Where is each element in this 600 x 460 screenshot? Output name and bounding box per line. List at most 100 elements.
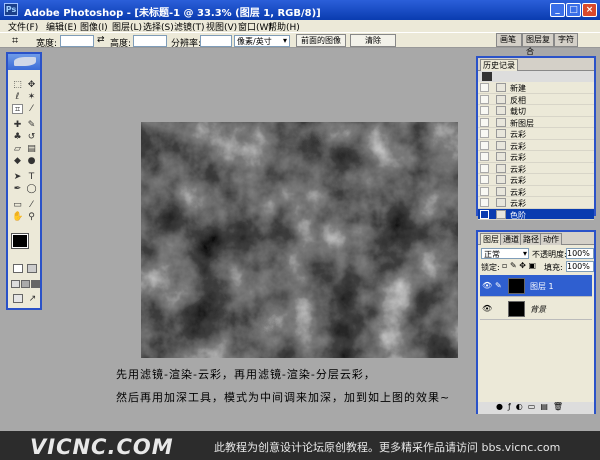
unit-select[interactable]: 像素/英寸 ▾ — [234, 35, 290, 47]
resolution-label: 分辨率: — [171, 39, 202, 49]
brush-icon[interactable]: ✎ — [26, 120, 37, 130]
history-step-icon — [496, 198, 506, 207]
magic-wand-icon[interactable]: ✶ — [26, 92, 37, 102]
tab-channels[interactable]: 通道 — [500, 233, 522, 245]
history-step-icon — [496, 186, 506, 196]
height-field[interactable] — [133, 35, 167, 47]
swap-icon[interactable]: ⇄ — [97, 35, 105, 45]
window-title: Adobe Photoshop - [未标题-1 @ 33.3% (图层 1, … — [24, 8, 321, 19]
blend-mode-select[interactable]: 正常 ▾ — [481, 248, 529, 259]
tab-layer-comps[interactable]: 图层复合 — [522, 33, 554, 56]
minimize-button[interactable]: _ — [550, 3, 565, 17]
document-canvas[interactable] — [141, 122, 458, 358]
history-item[interactable]: 云彩 — [478, 163, 594, 174]
image-ready-icon[interactable] — [13, 294, 23, 303]
footer-text: 此教程为创意设计论坛原创教程。更多精采作品请访问 bbs.vicnc.com — [214, 441, 561, 454]
history-item[interactable]: 云彩 — [478, 197, 594, 209]
eye-icon[interactable]: 👁 — [482, 281, 492, 291]
tab-brushes[interactable]: 画笔 — [496, 33, 522, 47]
crop-tool-icon[interactable]: ⌗ — [12, 34, 18, 48]
quick-mask-icon[interactable] — [27, 264, 37, 273]
opacity-field[interactable]: 100% — [566, 248, 594, 259]
caption-line-2: 然后再用加深工具，模式为中间调来加深，加到如上图的效果~ — [116, 391, 451, 404]
resolution-field[interactable] — [200, 35, 232, 47]
screen-mode-standard-icon[interactable] — [11, 280, 20, 288]
slice-icon[interactable]: ⁄ — [26, 104, 37, 114]
history-brush-icon[interactable]: ↺ — [26, 132, 37, 142]
burn-icon[interactable]: ● — [26, 156, 37, 166]
move-icon[interactable]: ✥ — [26, 80, 37, 90]
history-snapshot-row[interactable] — [478, 71, 594, 82]
history-item-selected[interactable]: 色阶 — [478, 208, 594, 220]
eye-icon[interactable]: 👁 — [482, 304, 492, 314]
history-item[interactable]: 载切 — [478, 105, 594, 117]
healing-brush-icon[interactable]: ✚ — [12, 120, 23, 130]
clouds-render — [141, 122, 458, 358]
lock-icons[interactable]: ▫ ✎ ✥ ▣ — [502, 261, 536, 270]
site-footer: VICNC.COM 此教程为创意设计论坛原创教程。更多精采作品请访问 bbs.v… — [0, 431, 600, 460]
zoom-icon[interactable]: ⚲ — [26, 212, 37, 222]
chevron-down-icon: ▾ — [522, 249, 527, 258]
maximize-button[interactable]: □ — [566, 3, 581, 17]
toolbox-header — [8, 54, 40, 70]
title-bar: Ps Adobe Photoshop - [未标题-1 @ 33.3% (图层 … — [0, 0, 600, 20]
tab-character[interactable]: 字符 — [554, 33, 578, 47]
history-item[interactable]: 云彩 — [478, 174, 594, 186]
history-item[interactable]: 新图层 — [478, 117, 594, 128]
screen-mode-menu-icon[interactable] — [21, 280, 30, 288]
eyedropper-icon[interactable]: ⁄ — [26, 200, 37, 210]
history-step-icon — [496, 83, 506, 92]
history-item[interactable]: 云彩 — [478, 186, 594, 197]
layer-actions-bar[interactable]: ●ƒ◐▭▤🗑 — [478, 402, 594, 414]
photoshop-app-icon: Ps — [4, 3, 18, 16]
history-step-icon — [496, 152, 506, 161]
fill-field[interactable]: 100% — [566, 261, 594, 272]
gradient-icon[interactable]: ▤ — [26, 144, 37, 154]
layer-row[interactable]: 👁 背景 — [480, 298, 592, 320]
tab-layers[interactable]: 图层 — [480, 233, 502, 245]
hand-icon[interactable]: ✋ — [12, 212, 23, 222]
pen-icon[interactable]: ✒ — [12, 184, 23, 194]
brush-link-icon: ✎ — [495, 281, 502, 290]
layer-thumbnail — [508, 278, 525, 294]
history-step-icon — [496, 140, 506, 150]
front-image-button[interactable]: 前面的图像 — [296, 34, 346, 47]
width-field[interactable] — [60, 35, 94, 47]
path-selection-icon[interactable]: ➤ — [12, 172, 23, 182]
layer-name: 背景 — [530, 305, 546, 314]
layer-name: 图层 1 — [530, 282, 554, 291]
lasso-icon[interactable]: ℓ — [12, 92, 23, 102]
history-panel: 历史记录 新建 反相 载切 新图层 云彩 云彩 云彩 云彩 云彩 云彩 云彩 色… — [476, 56, 596, 220]
foreground-color-swatch[interactable] — [11, 233, 29, 249]
shape-icon[interactable]: ◯ — [26, 184, 37, 194]
close-button[interactable]: × — [582, 3, 597, 17]
width-label: 宽度: — [36, 39, 58, 49]
history-step-icon — [496, 163, 506, 173]
blur-icon[interactable]: ◆ — [12, 156, 23, 166]
history-item[interactable]: 反相 — [478, 94, 594, 105]
layer-thumbnail — [508, 301, 525, 317]
height-label: 高度: — [110, 39, 132, 49]
history-step-icon — [496, 106, 506, 115]
clear-button[interactable]: 清除 — [350, 34, 396, 47]
tab-actions[interactable]: 动作 — [540, 233, 562, 245]
history-item[interactable]: 云彩 — [478, 140, 594, 151]
vicnc-logo: VICNC.COM — [30, 435, 174, 459]
chevron-down-icon: ▾ — [282, 36, 287, 45]
tab-paths[interactable]: 路径 — [520, 233, 542, 245]
layer-row-selected[interactable]: 👁 ✎ 图层 1 — [480, 275, 592, 297]
eraser-icon[interactable]: ▱ — [12, 144, 23, 154]
jump-to-icon[interactable]: ↗ — [27, 294, 38, 304]
type-icon[interactable]: T — [26, 172, 37, 182]
feather-logo-icon — [14, 57, 36, 66]
clone-stamp-icon[interactable]: ♣ — [12, 132, 23, 142]
notes-icon[interactable]: ▭ — [12, 200, 23, 210]
standard-mode-icon[interactable] — [13, 264, 23, 273]
history-item[interactable]: 云彩 — [478, 151, 594, 163]
screen-mode-full-icon[interactable] — [31, 280, 40, 288]
marquee-icon[interactable]: ⬚ — [12, 80, 23, 90]
tab-history[interactable]: 历史记录 — [480, 59, 518, 71]
history-item[interactable]: 云彩 — [478, 128, 594, 140]
history-item[interactable]: 新建 — [478, 82, 594, 94]
crop-icon[interactable]: ⌗ — [12, 104, 23, 115]
